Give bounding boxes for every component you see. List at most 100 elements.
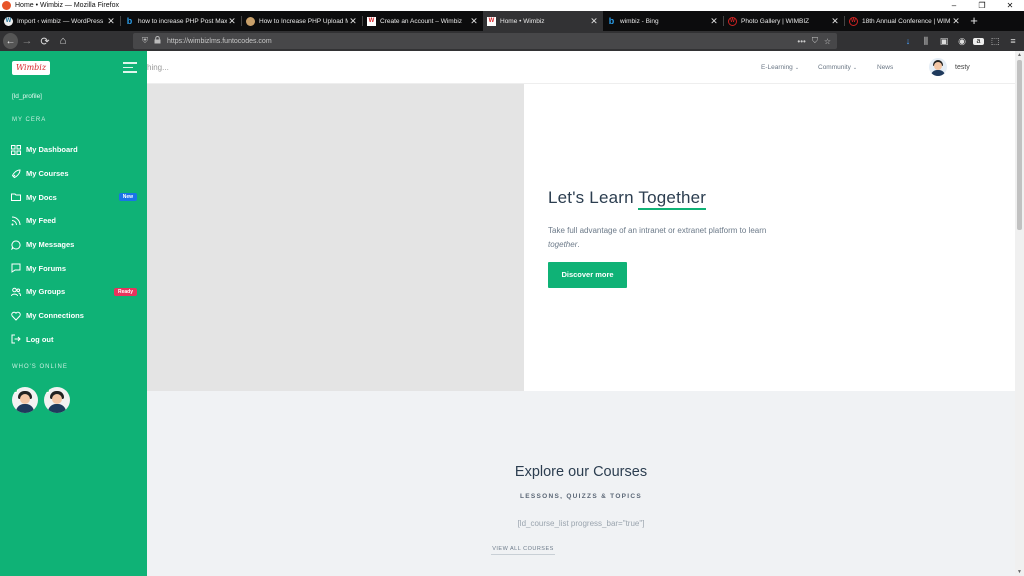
wimbiz-red-icon: W bbox=[728, 16, 737, 26]
logout-icon bbox=[11, 334, 21, 344]
tab-label: how to increase PHP Post Max bbox=[138, 17, 227, 25]
ready-badge: Ready bbox=[113, 287, 137, 296]
sidebar-item-connections[interactable]: My Connections bbox=[11, 304, 137, 328]
close-tab-icon[interactable]: ✕ bbox=[589, 16, 599, 27]
scroll-down-icon[interactable]: ▼ bbox=[1015, 568, 1024, 576]
bookmark-star-icon[interactable]: ☆ bbox=[824, 37, 831, 46]
browser-tab[interactable]: W Create an Account – Wimbiz ✕ bbox=[363, 11, 483, 31]
shield-icon[interactable]: ⛨ bbox=[139, 36, 151, 46]
forward-button[interactable]: → bbox=[18, 32, 36, 50]
sidebar-item-forums[interactable]: My Forums bbox=[11, 256, 137, 280]
back-arrow-icon: ← bbox=[3, 33, 18, 49]
tab-label: Home • Wimbiz bbox=[500, 17, 545, 25]
window-title-bar: Home • Wimbiz — Mozilla Firefox – ❐ ✕ bbox=[0, 0, 1024, 11]
sidebar-item-groups[interactable]: My Groups Ready bbox=[11, 280, 137, 304]
hero-image-placeholder bbox=[147, 84, 524, 391]
wimbiz-red-icon: W bbox=[849, 16, 858, 26]
reload-button[interactable]: ⟳ bbox=[36, 32, 54, 50]
sidebar-collapse-icon[interactable] bbox=[123, 62, 137, 73]
downloads-icon[interactable]: ↓ bbox=[901, 36, 915, 46]
close-tab-icon[interactable]: ✕ bbox=[469, 16, 479, 27]
scroll-thumb[interactable] bbox=[1017, 60, 1022, 230]
sidebar-item-logout[interactable]: Log out bbox=[11, 328, 137, 352]
sidebar-item-courses[interactable]: My Courses bbox=[11, 162, 137, 186]
avatar[interactable] bbox=[12, 387, 38, 413]
toolbar-right: ↓ ⫼ ▣ ◉ a ⬚ ≡ bbox=[901, 31, 1020, 51]
nav-news[interactable]: News bbox=[877, 64, 893, 71]
nav-label: E-Learning bbox=[761, 64, 793, 71]
sidebar-heading-online: WHO'S ONLINE bbox=[12, 364, 68, 370]
site-icon bbox=[246, 16, 255, 26]
browser-tab[interactable]: How to Increase PHP Upload M ✕ bbox=[242, 11, 362, 31]
avatar[interactable] bbox=[44, 387, 70, 413]
hero-text: Take full advantage of an intranet or ex… bbox=[548, 226, 767, 235]
close-tab-icon[interactable]: ✕ bbox=[106, 16, 116, 27]
page-scrollbar[interactable]: ▲ ▼ bbox=[1015, 51, 1024, 576]
pocket-icon[interactable]: ⛉ bbox=[812, 36, 818, 46]
site-logo[interactable]: Wimbiz bbox=[12, 61, 50, 75]
back-button[interactable]: ← bbox=[0, 32, 18, 50]
hero-text-end: . bbox=[577, 240, 580, 249]
browser-tab[interactable]: b how to increase PHP Post Max ✕ bbox=[121, 11, 241, 31]
browser-tab[interactable]: W 18th Annual Conference | WIM ✕ bbox=[845, 11, 965, 31]
minimize-button[interactable]: – bbox=[940, 0, 968, 11]
firefox-logo-icon bbox=[2, 1, 11, 10]
tab-strip: W Import ‹ wimbiz — WordPress ✕ b how to… bbox=[0, 11, 1024, 31]
scroll-up-icon[interactable]: ▲ bbox=[1015, 51, 1024, 59]
rocket-icon bbox=[11, 169, 21, 179]
sidebar: Wimbiz [ld_profile] MY CERA My Dashboard… bbox=[0, 51, 147, 576]
browser-tab[interactable]: W Import ‹ wimbiz — WordPress ✕ bbox=[0, 11, 120, 31]
navigation-toolbar: ← → ⟳ ⌂ ⛨ https://wimbizlms.funtocodes.c… bbox=[0, 31, 1024, 51]
site-header: hing... E-Learning ⌄ Community ⌄ News test… bbox=[147, 51, 1015, 84]
courses-section: Explore our Courses LESSONS, QUIZZS & TO… bbox=[147, 391, 1015, 576]
tab-label: wimbiz - Bing bbox=[620, 17, 659, 25]
window-title: Home • Wimbiz — Mozilla Firefox bbox=[15, 2, 119, 9]
wordpress-icon: W bbox=[4, 16, 13, 26]
nav-community[interactable]: Community ⌄ bbox=[818, 64, 857, 71]
sidebar-item-dashboard[interactable]: My Dashboard bbox=[11, 138, 137, 162]
users-icon bbox=[11, 287, 21, 297]
tab-label: Photo Gallery | WIMBIZ bbox=[741, 17, 810, 25]
bing-icon: b bbox=[126, 16, 133, 26]
sidebar-item-label: My Feed bbox=[26, 216, 57, 226]
sidebar-item-label: My Messages bbox=[26, 240, 75, 250]
close-tab-icon[interactable]: ✕ bbox=[709, 16, 719, 27]
amazon-extension-icon[interactable]: a bbox=[973, 37, 984, 45]
new-tab-button[interactable]: + bbox=[965, 11, 983, 31]
menu-icon[interactable]: ≡ bbox=[1006, 36, 1020, 46]
account-icon[interactable]: ◉ bbox=[955, 36, 969, 47]
close-tab-icon[interactable]: ✕ bbox=[830, 16, 840, 27]
home-button[interactable]: ⌂ bbox=[54, 32, 72, 50]
close-tab-icon[interactable]: ✕ bbox=[951, 16, 961, 27]
user-name[interactable]: testy bbox=[955, 64, 970, 71]
extensions-icon[interactable]: ⬚ bbox=[988, 36, 1002, 47]
page-actions-icon[interactable]: ••• bbox=[797, 37, 805, 46]
sidebar-toggle-icon[interactable]: ▣ bbox=[937, 36, 951, 47]
browser-tab[interactable]: b wimbiz - Bing ✕ bbox=[603, 11, 723, 31]
url-bar[interactable]: ⛨ https://wimbizlms.funtocodes.com ••• ⛉… bbox=[133, 33, 837, 49]
close-window-button[interactable]: ✕ bbox=[996, 0, 1024, 11]
browser-tab[interactable]: W Photo Gallery | WIMBIZ ✕ bbox=[724, 11, 844, 31]
maximize-button[interactable]: ❐ bbox=[968, 0, 996, 11]
sidebar-item-messages[interactable]: My Messages bbox=[11, 233, 137, 257]
view-all-courses-link[interactable]: VIEW ALL COURSES bbox=[491, 546, 555, 555]
sidebar-menu: My Dashboard My Courses My Docs New My F… bbox=[11, 138, 137, 351]
new-badge: New bbox=[118, 193, 137, 202]
search-input[interactable]: hing... bbox=[147, 63, 169, 72]
sidebar-item-docs[interactable]: My Docs New bbox=[11, 185, 137, 209]
sidebar-item-feed[interactable]: My Feed bbox=[11, 209, 137, 233]
discover-more-button[interactable]: Discover more bbox=[548, 262, 627, 288]
close-tab-icon[interactable]: ✕ bbox=[227, 16, 237, 27]
wimbiz-icon: W bbox=[367, 16, 376, 26]
close-tab-icon[interactable]: ✕ bbox=[348, 16, 358, 27]
tab-label: Import ‹ wimbiz — WordPress bbox=[17, 17, 104, 25]
hero-title: Let's Learn Together bbox=[548, 188, 707, 210]
nav-elearning[interactable]: E-Learning ⌄ bbox=[761, 64, 799, 71]
browser-tab-active[interactable]: W Home • Wimbiz ✕ bbox=[483, 11, 603, 31]
library-icon[interactable]: ⫼ bbox=[919, 36, 933, 47]
lock-icon bbox=[151, 36, 163, 46]
sidebar-item-label: Log out bbox=[26, 334, 54, 344]
message-icon bbox=[11, 240, 21, 250]
tab-label: Create an Account – Wimbiz bbox=[380, 17, 463, 25]
user-avatar[interactable] bbox=[929, 58, 947, 76]
